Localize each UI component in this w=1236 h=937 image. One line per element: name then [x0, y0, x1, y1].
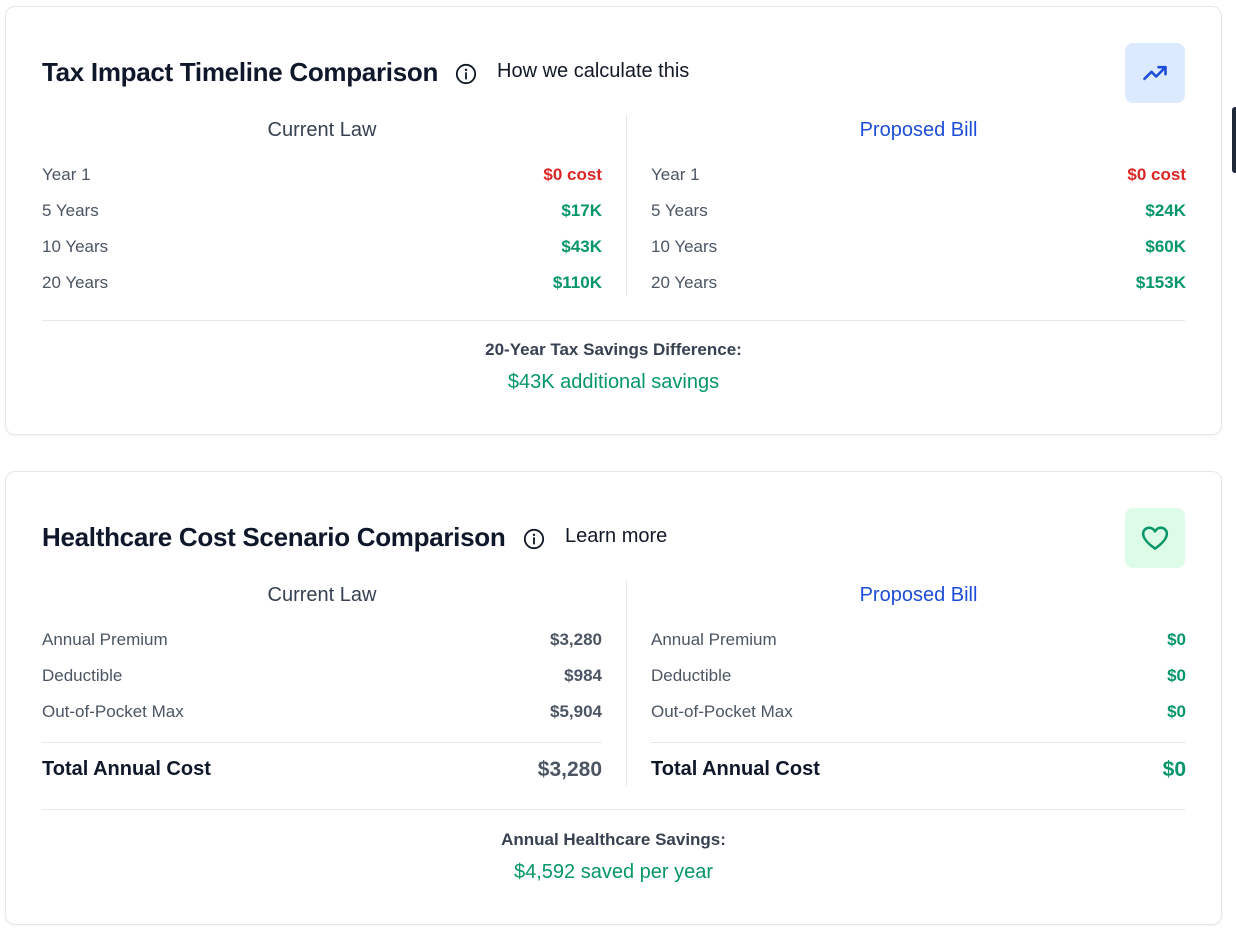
tax-row: 5 Years $17K [42, 201, 602, 225]
total-divider [42, 742, 602, 743]
row-label: Annual Premium [651, 630, 777, 649]
cost-row: Out-of-Pocket Max $5,904 [42, 702, 602, 726]
row-label: 20 Years [42, 273, 109, 292]
total-divider [651, 742, 1186, 743]
info-icon[interactable] [455, 63, 477, 85]
proposed-bill-heading: Proposed Bill [859, 119, 978, 141]
row-value: $0 cost [543, 165, 602, 184]
row-value: $43K [561, 237, 602, 256]
how-we-calculate-link[interactable]: How we calculate this [497, 60, 689, 83]
total-value: $0 [1162, 758, 1186, 781]
cost-row: Annual Premium $3,280 [42, 630, 602, 654]
row-value: $5,904 [550, 702, 602, 721]
healthcare-card-title: Healthcare Cost Scenario Comparison [42, 522, 506, 552]
cost-row: Deductible $0 [651, 666, 1186, 690]
total-annual-cost-row: Total Annual Cost $0 [651, 758, 1186, 786]
tax-row: Year 1 $0 cost [42, 165, 602, 189]
total-label: Total Annual Cost [651, 758, 820, 780]
row-label: Year 1 [42, 165, 91, 184]
row-label: Out-of-Pocket Max [42, 702, 184, 721]
cost-row: Annual Premium $0 [651, 630, 1186, 654]
healthcare-summary-label: Annual Healthcare Savings: [501, 830, 726, 849]
trending-up-icon [1143, 65, 1167, 81]
row-label: 5 Years [42, 201, 99, 220]
healthcare-proposed-bill-column: Proposed Bill Annual Premium $0 Deductib… [651, 584, 1186, 794]
column-divider [626, 580, 627, 786]
learn-more-link[interactable]: Learn more [565, 525, 667, 548]
row-value: $984 [564, 666, 602, 685]
healthcare-cost-card: Healthcare Cost Scenario Comparison Lear… [5, 471, 1222, 925]
row-value: $110K [552, 273, 602, 292]
tax-card-title: Tax Impact Timeline Comparison [42, 57, 439, 87]
page-edge-handle[interactable] [1232, 107, 1236, 173]
row-label: Out-of-Pocket Max [651, 702, 793, 721]
row-value: $17K [561, 201, 602, 220]
proposed-bill-heading: Proposed Bill [859, 584, 978, 606]
row-value: $0 [1167, 702, 1186, 721]
row-value: $153K [1135, 273, 1186, 292]
row-value: $0 [1167, 630, 1186, 649]
column-divider [626, 115, 627, 296]
tax-proposed-bill-column: Proposed Bill Year 1 $0 cost 5 Years $24… [651, 119, 1186, 299]
summary-divider [42, 809, 1185, 810]
tax-summary-label: 20-Year Tax Savings Difference: [485, 340, 742, 359]
row-label: Annual Premium [42, 630, 168, 649]
total-label: Total Annual Cost [42, 758, 211, 780]
current-law-heading: Current Law [267, 584, 377, 606]
tax-card-header: Tax Impact Timeline Comparison How we ca… [42, 43, 1185, 103]
current-law-heading: Current Law [267, 119, 377, 141]
row-value: $60K [1145, 237, 1186, 256]
row-label: 20 Years [651, 273, 718, 292]
row-label: 10 Years [42, 237, 109, 256]
healthcare-card-header: Healthcare Cost Scenario Comparison Lear… [42, 508, 1185, 568]
cost-row: Deductible $984 [42, 666, 602, 690]
tax-row: 20 Years $110K [42, 273, 602, 297]
row-value: $0 cost [1127, 165, 1186, 184]
tax-row: 20 Years $153K [651, 273, 1186, 297]
row-label: Deductible [42, 666, 123, 685]
tax-summary-value: $43K additional savings [507, 371, 720, 393]
total-annual-cost-row: Total Annual Cost $3,280 [42, 758, 602, 786]
tax-row: Year 1 $0 cost [651, 165, 1186, 189]
tax-current-law-column: Current Law Year 1 $0 cost 5 Years $17K … [42, 119, 602, 299]
tax-row: 10 Years $60K [651, 237, 1186, 261]
summary-divider [42, 320, 1185, 321]
row-label: Deductible [651, 666, 732, 685]
tax-row: 5 Years $24K [651, 201, 1186, 225]
row-value: $24K [1145, 201, 1186, 220]
healthcare-current-law-column: Current Law Annual Premium $3,280 Deduct… [42, 584, 602, 794]
heart-badge [1125, 508, 1185, 568]
row-label: Year 1 [651, 165, 700, 184]
total-value: $3,280 [537, 758, 602, 781]
trending-up-badge [1125, 43, 1185, 103]
row-value: $0 [1167, 666, 1186, 685]
heart-icon [1141, 526, 1169, 550]
row-value: $3,280 [550, 630, 602, 649]
row-label: 10 Years [651, 237, 718, 256]
tax-impact-card: Tax Impact Timeline Comparison How we ca… [5, 6, 1222, 435]
healthcare-summary-value: $4,592 saved per year [513, 861, 714, 883]
info-icon[interactable] [523, 528, 545, 550]
cost-row: Out-of-Pocket Max $0 [651, 702, 1186, 726]
row-label: 5 Years [651, 201, 708, 220]
tax-row: 10 Years $43K [42, 237, 602, 261]
